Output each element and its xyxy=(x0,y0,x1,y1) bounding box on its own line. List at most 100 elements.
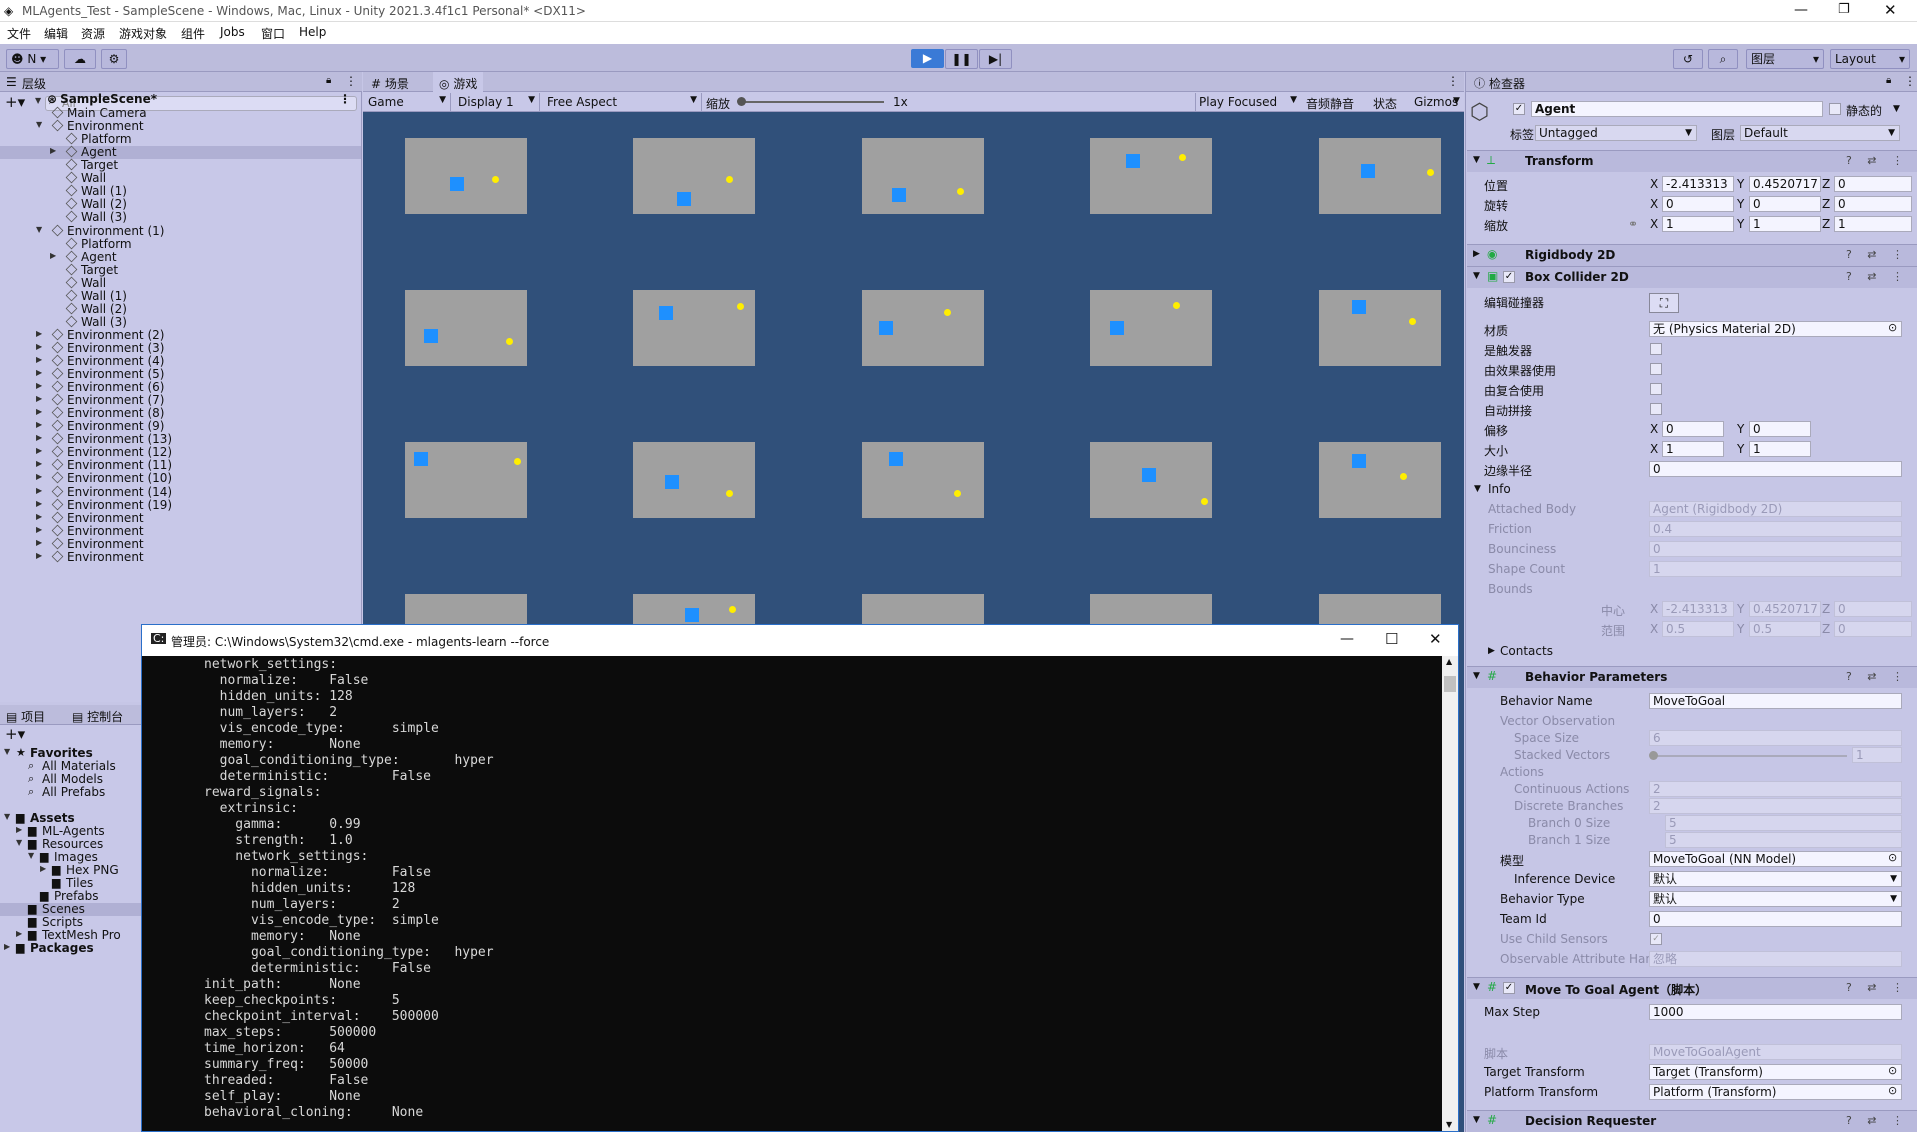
inspector-tab[interactable]: 检查器 xyxy=(1489,75,1525,92)
expand-arrow-icon[interactable]: ▶ xyxy=(36,355,45,364)
expand-arrow-icon[interactable]: ▶ xyxy=(50,251,59,260)
position-z[interactable]: 0 xyxy=(1834,176,1912,192)
static-checkbox[interactable] xyxy=(1829,103,1841,115)
expand-arrow-icon[interactable]: ▶ xyxy=(36,525,45,534)
rigidbody-header[interactable]: ▶ ◉ Rigidbody 2D ? ⇄ ⋮ xyxy=(1467,244,1917,266)
hierarchy-item[interactable]: Environment (6) ▶ xyxy=(0,380,361,394)
expand-arrow-icon[interactable]: ▶ xyxy=(36,459,45,468)
tab-game[interactable]: ◎ 游戏 xyxy=(433,72,484,92)
expand-arrow-icon[interactable]: ▼ xyxy=(4,747,13,756)
decision-requester-header[interactable]: ▼ # Decision Requester ? ⇄ ⋮ xyxy=(1467,1110,1917,1132)
minimize-button[interactable]: — xyxy=(1794,2,1808,18)
scroll-up-icon[interactable]: ▲ xyxy=(1446,657,1452,666)
maximize-button[interactable]: ❐ xyxy=(1838,2,1850,17)
menu-help[interactable]: Help xyxy=(299,25,326,39)
expand-arrow-icon[interactable]: ▼ xyxy=(1473,271,1480,281)
component-menu-icons[interactable]: ? ⇄ ⋮ xyxy=(1846,248,1909,261)
expand-arrow-icon[interactable]: ▶ xyxy=(36,446,45,455)
chevron-down-icon[interactable]: ▼ xyxy=(1893,104,1900,114)
play-focused-dropdown[interactable]: Play Focused ▼ xyxy=(1195,93,1301,111)
display-dropdown[interactable]: Display 1 ▼ xyxy=(453,93,540,111)
box-collider-header[interactable]: ▼ ▣ ✓ Box Collider 2D ? ⇄ ⋮ xyxy=(1467,266,1917,288)
pause-button[interactable]: ❚❚ xyxy=(945,49,978,69)
hierarchy-item[interactable]: Environment (10) ▶ xyxy=(0,471,361,485)
transform-header[interactable]: ▼ ⟂ Transform ? ⇄ ⋮ xyxy=(1467,150,1917,172)
expand-arrow-icon[interactable]: ▼ xyxy=(35,96,44,105)
composite-checkbox[interactable] xyxy=(1650,383,1662,395)
collab-button[interactable]: ⚙ xyxy=(101,49,127,69)
expand-arrow-icon[interactable]: ▼ xyxy=(36,120,45,129)
menu-edit[interactable]: 编辑 xyxy=(44,25,68,42)
inference-device-dropdown[interactable]: 默认 ▼ xyxy=(1649,871,1902,887)
hierarchy-item[interactable]: Environment (3) ▶ xyxy=(0,341,361,355)
component-menu-icons[interactable]: ? ⇄ ⋮ xyxy=(1846,270,1909,283)
enabled-checkbox[interactable]: ✓ xyxy=(1503,271,1515,283)
offset-x[interactable]: 0 xyxy=(1662,421,1724,437)
hierarchy-scene[interactable]: ▼ ⊛ SampleScene* ⋮ xyxy=(35,92,351,106)
hierarchy-item[interactable]: Main Camera xyxy=(0,106,361,120)
hierarchy-item[interactable]: Environment ▶ xyxy=(0,511,361,525)
expand-arrow-icon[interactable]: ▶ xyxy=(40,864,49,873)
stats-button[interactable]: 状态 xyxy=(1373,95,1397,112)
hierarchy-item[interactable]: Environment (2) ▶ xyxy=(0,328,361,342)
cmd-close-button[interactable]: ✕ xyxy=(1429,630,1442,648)
hierarchy-item[interactable]: Environment ▶ xyxy=(0,550,361,564)
expand-arrow-icon[interactable]: ▼ xyxy=(16,838,25,847)
hierarchy-item[interactable]: Environment (14) ▶ xyxy=(0,485,361,499)
behavior-name-field[interactable]: MoveToGoal xyxy=(1649,693,1902,709)
position-x[interactable]: -2.413313 xyxy=(1662,176,1734,192)
tab-scene[interactable]: # 场景 xyxy=(371,75,409,92)
expand-arrow-icon[interactable]: ▶ xyxy=(36,420,45,429)
expand-arrow-icon[interactable]: ▼ xyxy=(1473,155,1480,165)
expand-arrow-icon[interactable]: ▶ xyxy=(36,512,45,521)
gameobject-name-field[interactable]: Agent xyxy=(1531,101,1823,117)
close-button[interactable]: ✕ xyxy=(1884,1,1897,19)
target-transform-field[interactable]: Target (Transform) xyxy=(1649,1064,1902,1080)
expand-arrow-icon[interactable]: ▶ xyxy=(36,551,45,560)
target-icon[interactable]: ⊙ xyxy=(1888,851,1897,864)
chevron-down-icon[interactable]: ▼ xyxy=(1453,96,1460,106)
hierarchy-item[interactable]: Wall xyxy=(0,276,361,290)
expand-arrow-icon[interactable]: ▶ xyxy=(1473,249,1480,259)
expand-arrow-icon[interactable]: ▶ xyxy=(36,342,45,351)
more-icon[interactable]: ⋮ xyxy=(1447,74,1459,88)
account-button[interactable]: ☻ N ▾ xyxy=(6,49,59,69)
hierarchy-item[interactable]: Wall (1) xyxy=(0,184,361,198)
scale-z[interactable]: 1 xyxy=(1834,216,1912,232)
component-menu-icons[interactable]: ? ⇄ ⋮ xyxy=(1846,670,1909,683)
expand-arrow-icon[interactable]: ▶ xyxy=(16,929,25,938)
more-icon[interactable]: ⋮ xyxy=(1904,74,1916,88)
hierarchy-item[interactable]: Target xyxy=(0,158,361,172)
rotation-y[interactable]: 0 xyxy=(1749,196,1821,212)
hierarchy-item[interactable]: Environment ▼ xyxy=(0,119,361,133)
rotation-x[interactable]: 0 xyxy=(1662,196,1734,212)
hierarchy-item[interactable]: Environment (9) ▶ xyxy=(0,419,361,433)
scale-x[interactable]: 1 xyxy=(1662,216,1734,232)
project-item[interactable]: ⌕ All Prefabs xyxy=(0,785,146,799)
enabled-checkbox[interactable]: ✓ xyxy=(1503,982,1515,994)
tag-dropdown[interactable]: Untagged ▼ xyxy=(1535,125,1697,141)
cloud-button[interactable]: ☁ xyxy=(64,49,96,69)
cmd-scrollbar[interactable]: ▲ ▼ xyxy=(1442,656,1458,1131)
expand-arrow-icon[interactable]: ▶ xyxy=(36,394,45,403)
history-button[interactable]: ↺ xyxy=(1673,49,1703,69)
cmd-scrollbar-thumb[interactable] xyxy=(1444,676,1456,692)
menu-gameobject[interactable]: 游戏对象 xyxy=(119,25,167,42)
console-tab[interactable]: ▤ 控制台 xyxy=(72,708,123,725)
hierarchy-tab[interactable]: 层级 xyxy=(22,75,46,92)
expand-arrow-icon[interactable]: ▼ xyxy=(28,851,37,860)
hierarchy-item[interactable]: Platform xyxy=(0,237,361,251)
hierarchy-item[interactable]: Environment (8) ▶ xyxy=(0,406,361,420)
menu-window[interactable]: 窗口 xyxy=(261,25,285,42)
expand-arrow-icon[interactable]: ▶ xyxy=(36,499,45,508)
layer-dropdown[interactable]: Default ▼ xyxy=(1740,125,1900,141)
trigger-checkbox[interactable] xyxy=(1650,343,1662,355)
hierarchy-item[interactable]: Environment (5) ▶ xyxy=(0,367,361,381)
project-item[interactable]: ▶ ▆ Packages xyxy=(0,941,146,955)
expand-arrow-icon[interactable]: ▶ xyxy=(36,407,45,416)
cmd-maximize-button[interactable]: ☐ xyxy=(1385,630,1398,648)
hierarchy-item[interactable]: Wall (1) xyxy=(0,289,361,303)
expand-arrow-icon[interactable]: ▼ xyxy=(1473,1115,1480,1125)
expand-arrow-icon[interactable]: ▶ xyxy=(1488,646,1495,656)
search-button[interactable]: ⌕ xyxy=(1708,49,1738,69)
